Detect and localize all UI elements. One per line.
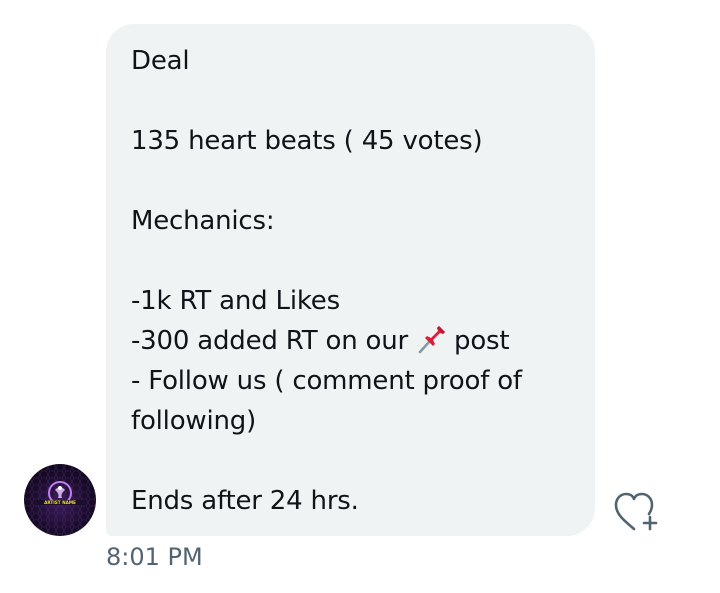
pushpin-icon (416, 323, 448, 355)
message-line: - Follow us ( comment proof of (131, 366, 522, 396)
avatar-text: ARTIST NAME (44, 500, 76, 505)
message-line: Ends after 24 hrs. (131, 486, 359, 516)
heart-plus-icon (614, 492, 658, 531)
add-reaction-button[interactable] (612, 490, 660, 534)
message-line-with-pin: -300 added RT on our post (131, 321, 575, 361)
message-line: Mechanics: (131, 206, 275, 236)
message-bubble[interactable]: Deal 135 heart beats ( 45 votes) Mechani… (106, 24, 595, 536)
message-text: post (454, 326, 510, 356)
message-line: 135 heart beats ( 45 votes) (131, 126, 483, 156)
message-line: Deal (131, 46, 190, 76)
avatar-logo-icon: ARTIST NAME (24, 464, 96, 536)
message-timestamp: 8:01 PM (106, 543, 203, 571)
avatar[interactable]: ARTIST NAME (24, 464, 96, 536)
message-text: -300 added RT on our (131, 326, 409, 356)
message-line: following) (131, 406, 257, 436)
message-line: -1k RT and Likes (131, 286, 340, 316)
